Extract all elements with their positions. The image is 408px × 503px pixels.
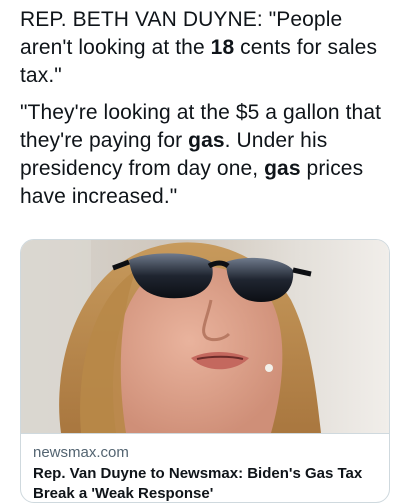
tweet-paragraph-2: "They're looking at the $5 a gallon that… (20, 99, 400, 211)
link-preview-card[interactable]: newsmax.com Rep. Van Duyne to Newsmax: B… (20, 239, 390, 503)
card-divider (21, 433, 389, 434)
tweet-paragraph-1: REP. BETH VAN DUYNE: "People aren't look… (20, 6, 400, 90)
portrait-photo (21, 240, 389, 433)
card-image[interactable] (21, 240, 389, 433)
tweet-text-bold: gas (264, 157, 301, 180)
tweet-text: REP. BETH VAN DUYNE: "People aren't look… (20, 6, 400, 211)
tweet-text-bold: 18 (210, 36, 235, 59)
tweet-text-bold: gas (188, 129, 225, 152)
card-domain[interactable]: newsmax.com (33, 444, 129, 461)
card-title[interactable]: Rep. Van Duyne to Newsmax: Biden's Gas T… (33, 464, 383, 502)
